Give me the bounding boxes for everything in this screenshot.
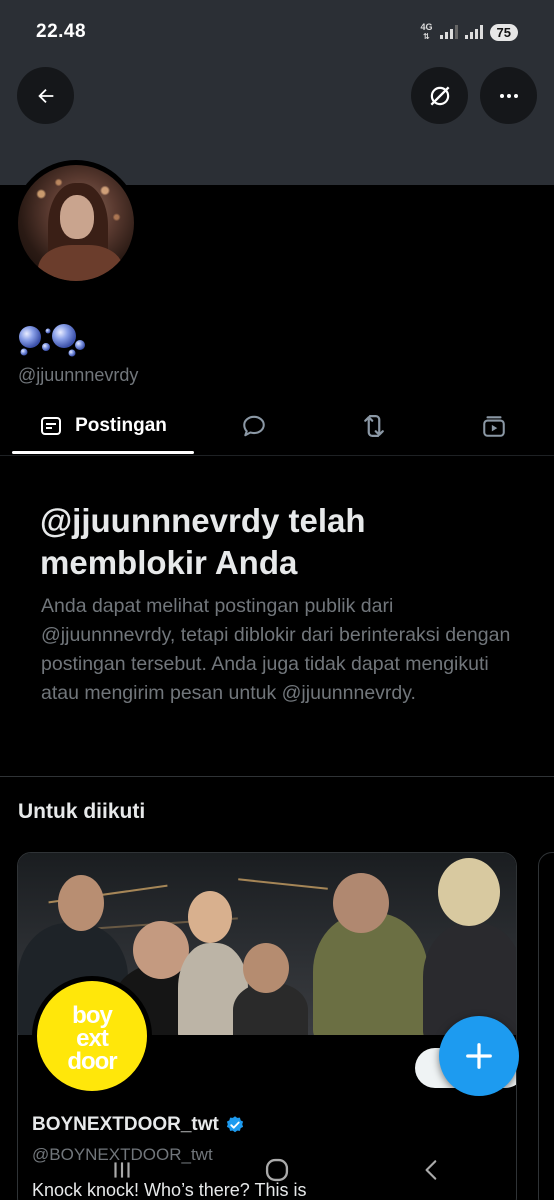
tab-reposts[interactable]: [314, 398, 434, 454]
plus-icon: [466, 1043, 492, 1069]
blocked-notice-description: Anda dapat melihat postingan publik dari…: [41, 595, 511, 704]
suggestion-name-row: BOYNEXTDOOR_twt: [32, 1114, 245, 1136]
more-icon: [499, 93, 518, 98]
recents-icon: [114, 1162, 130, 1178]
blocked-notice-title: @jjuunnnevrdy telah memblokir Anda: [40, 502, 366, 581]
tab-posts[interactable]: Postingan: [12, 398, 194, 454]
status-indicators: 4G ⇅ 75: [421, 23, 518, 41]
repost-icon: [364, 414, 384, 438]
home-icon: [265, 1158, 289, 1182]
back-button[interactable]: [17, 67, 74, 124]
suggestion-name: BOYNEXTDOOR_twt: [32, 1114, 219, 1135]
network-type: 4G ⇅: [420, 22, 433, 42]
reply-icon: [243, 415, 265, 437]
status-time: 22.48: [36, 21, 87, 42]
boynextdoor-logo: boy ext door: [67, 1002, 118, 1075]
tab-posts-label: Postingan: [75, 415, 167, 436]
grok-icon: [429, 85, 450, 106]
who-to-follow-title: Untuk diikuti: [18, 800, 146, 823]
signal-icon: [439, 25, 458, 39]
profile-handle: @jjuunnnevrdy: [18, 365, 139, 385]
grok-button[interactable]: [411, 67, 468, 124]
posts-icon: [41, 417, 62, 435]
tab-replies[interactable]: [194, 398, 314, 454]
home-button[interactable]: [247, 1148, 307, 1192]
recents-button[interactable]: [92, 1148, 152, 1192]
svg-text:door: door: [67, 1048, 117, 1075]
bubbles-emoji-icon: [19, 324, 85, 357]
active-tab-indicator: [12, 451, 194, 454]
display-name: [18, 322, 86, 358]
system-back-button[interactable]: [402, 1148, 462, 1192]
back-arrow-icon: [37, 88, 53, 103]
battery-indicator: 75: [489, 23, 518, 41]
system-nav-bar: [0, 1140, 554, 1200]
media-icon: [483, 416, 505, 437]
suggestion-card-avatar: boy ext door: [32, 976, 152, 1096]
tab-media[interactable]: [434, 398, 554, 454]
chevron-left-icon: [425, 1160, 437, 1180]
status-bar: 22.48 4G ⇅ 75: [0, 0, 554, 64]
compose-button[interactable]: [439, 1016, 519, 1096]
signal-icon-2: [464, 25, 483, 39]
verified-badge-icon: [226, 1116, 243, 1133]
more-options-button[interactable]: [480, 67, 537, 124]
section-divider: [0, 776, 554, 777]
profile-tabs: Postingan: [0, 398, 554, 456]
profile-avatar[interactable]: [13, 160, 139, 286]
